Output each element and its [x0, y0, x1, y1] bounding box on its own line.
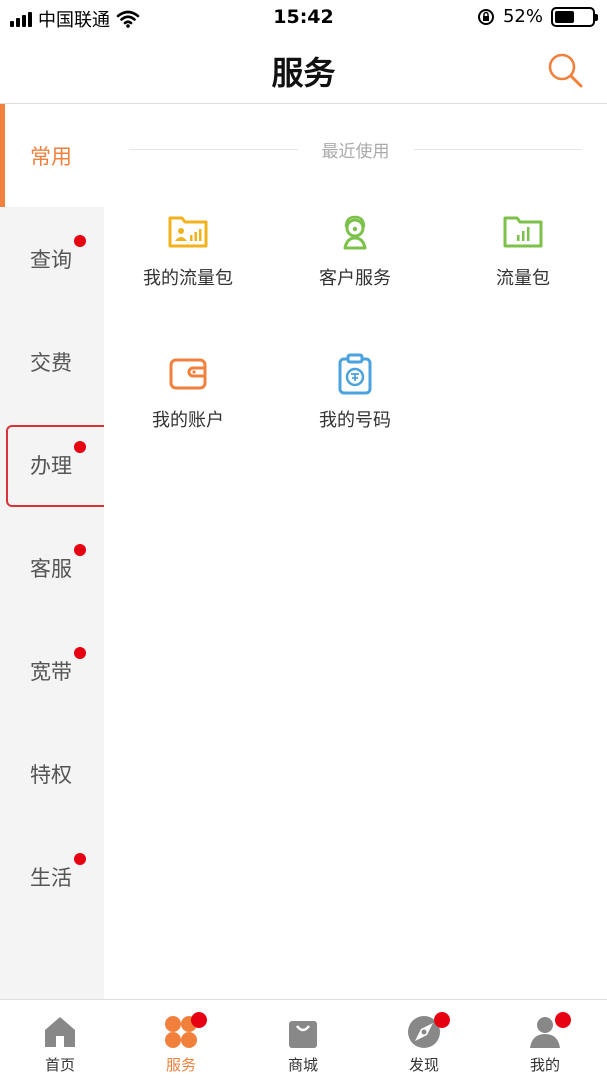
header: 服务 [0, 36, 607, 104]
sidebar-item-5[interactable]: 宽带 [0, 619, 104, 722]
bottom-tab-bar: 首页 服务 商城 发现 我的 [0, 999, 607, 1080]
grid-item-label: 我的号码 [319, 410, 391, 431]
sidebar-item-label: 客服 [30, 556, 72, 581]
grid-item-label: 我的流量包 [143, 268, 233, 289]
tab-home[interactable]: 首页 [10, 1014, 110, 1080]
tab-label: 服务 [165, 1056, 196, 1074]
tab-label: 首页 [44, 1056, 75, 1074]
battery-percent: 52% [502, 6, 543, 27]
battery-icon [551, 6, 598, 27]
notification-dot [191, 1012, 207, 1028]
grid-item-my-account[interactable]: 我的账户 [104, 352, 272, 442]
tab-label: 发现 [408, 1056, 439, 1074]
notification-dot [74, 647, 86, 659]
grid-item-label: 流量包 [496, 268, 550, 289]
status-right: 52% [477, 6, 598, 27]
rotation-lock-icon [477, 8, 494, 25]
grid-item-label: 我的账户 [152, 410, 224, 431]
grid-item-my-number[interactable]: 我的号码 [271, 352, 439, 442]
sidebar-item-label: 常用 [30, 144, 72, 169]
service-content: 最近使用 我的流量包 客户服务 流量包 我的账户 我的号码 [104, 104, 607, 999]
sidebar-item-label: 生活 [30, 865, 72, 890]
wallet-icon [169, 358, 207, 390]
status-bar: 中国联通 15:42 52% [0, 0, 607, 36]
section-title: 最近使用 [321, 141, 390, 162]
notification-dot [555, 1012, 571, 1028]
notification-dot [74, 235, 86, 247]
grid-item-my-data-package[interactable]: 我的流量包 [104, 210, 272, 300]
sidebar-item-4[interactable]: 客服 [0, 516, 104, 619]
tab-mall[interactable]: 商城 [253, 1014, 353, 1080]
sidebar-item-label: 特权 [30, 762, 72, 787]
grid-item-label: 客户服务 [319, 268, 391, 289]
grid-item-data-package[interactable]: 流量包 [439, 210, 607, 300]
divider [129, 148, 298, 150]
sidebar-item-label: 交费 [30, 350, 72, 375]
home-icon [45, 1017, 75, 1047]
notification-dot [74, 441, 86, 453]
category-sidebar: 常用查询交费办理客服宽带特权生活 [0, 104, 114, 999]
notification-dot [74, 544, 86, 556]
folder-chart-icon [168, 216, 208, 248]
sidebar-item-6[interactable]: 特权 [0, 722, 104, 825]
battery-fill [555, 10, 574, 23]
tab-service[interactable]: 服务 [131, 1012, 231, 1080]
tab-mine[interactable]: 我的 [495, 1012, 595, 1080]
tab-label: 商城 [287, 1056, 318, 1074]
section-header: 最近使用 [129, 138, 582, 162]
clipboard-icon [338, 353, 372, 395]
search-icon[interactable] [545, 50, 585, 90]
sidebar-item-label: 宽带 [30, 659, 72, 684]
page-title: 服务 [271, 54, 336, 92]
tab-label: 我的 [529, 1056, 560, 1074]
tab-discover[interactable]: 发现 [374, 1012, 474, 1080]
sidebar-item-label: 办理 [30, 453, 72, 478]
sidebar-item-label: 查询 [30, 247, 72, 272]
sidebar-item-7[interactable]: 生活 [0, 825, 104, 928]
sidebar-item-3[interactable]: 办理 [0, 413, 114, 516]
notification-dot [74, 853, 86, 865]
notification-dot [434, 1012, 450, 1028]
folder-bars-icon [503, 216, 543, 248]
sidebar-item-0[interactable]: 常用 [0, 104, 104, 207]
agent-icon [343, 215, 367, 250]
divider [413, 148, 582, 150]
sidebar-item-1[interactable]: 查询 [0, 207, 104, 310]
sidebar-item-2[interactable]: 交费 [0, 310, 104, 413]
shopping-bag-icon [289, 1021, 317, 1048]
grid-item-customer-service[interactable]: 客户服务 [271, 210, 439, 300]
